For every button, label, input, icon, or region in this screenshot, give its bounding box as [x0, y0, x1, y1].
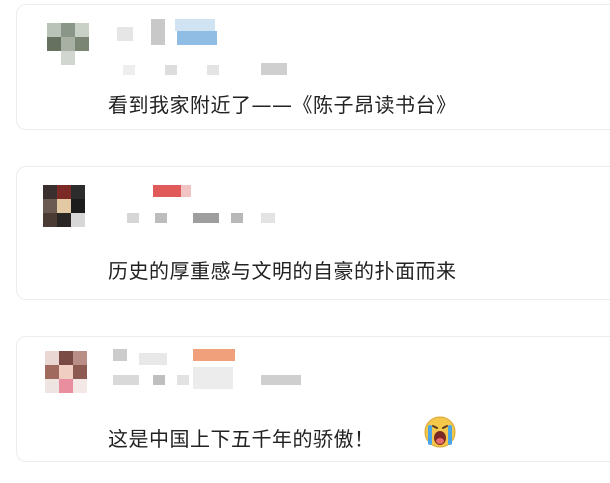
crying-face-emoji-icon — [423, 415, 457, 449]
comment-card: 这是中国上下五千年的骄傲！ — [16, 336, 610, 462]
comment-text: 历史的厚重感与文明的自豪的扑面而来 — [108, 259, 457, 283]
comment-card: 看到我家附近了——《陈子昂读书台》 — [16, 4, 610, 130]
avatar[interactable] — [43, 185, 87, 229]
comment-text: 这是中国上下五千年的骄傲！ — [108, 427, 375, 451]
avatar[interactable] — [47, 23, 91, 67]
comment-text: 看到我家附近了——《陈子昂读书台》 — [108, 93, 457, 117]
comment-card: 历史的厚重感与文明的自豪的扑面而来 — [16, 166, 610, 300]
avatar[interactable] — [45, 351, 89, 395]
